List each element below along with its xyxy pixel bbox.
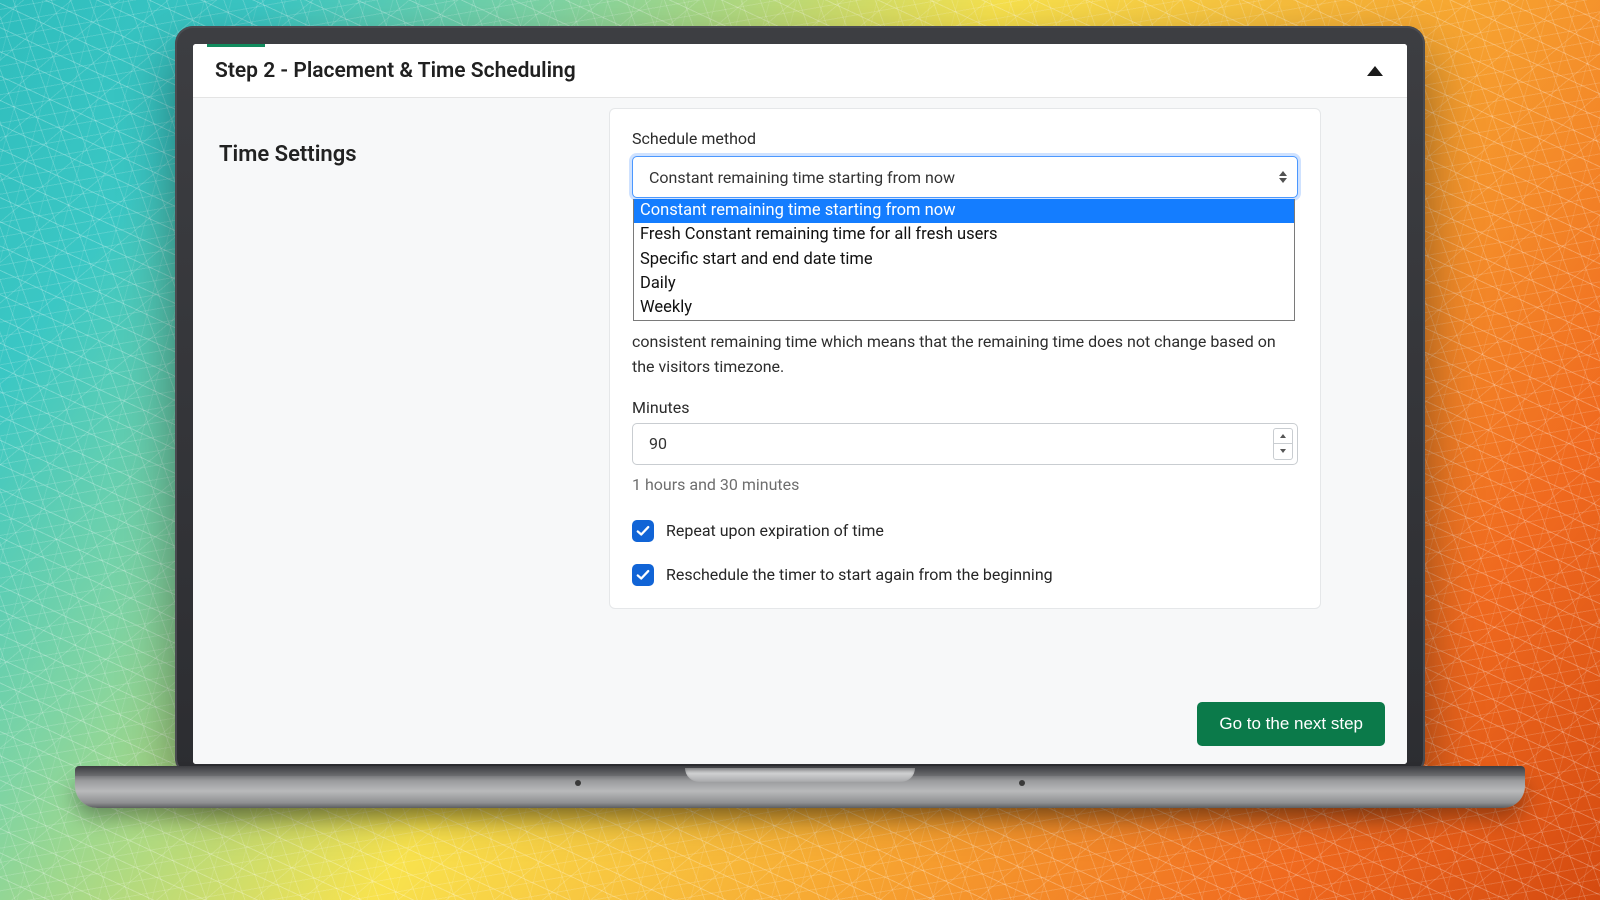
minutes-input[interactable]: 90 — [632, 423, 1298, 465]
reschedule-label: Reschedule the timer to start again from… — [666, 565, 1053, 584]
schedule-option[interactable]: Weekly — [634, 296, 1294, 320]
schedule-option[interactable]: Constant remaining time starting from no… — [634, 199, 1294, 223]
schedule-method-dropdown: Constant remaining time starting from no… — [633, 199, 1295, 321]
step-header: Step 2 - Placement & Time Scheduling — [193, 44, 1407, 98]
reschedule-row: Reschedule the timer to start again from… — [632, 564, 1298, 586]
collapse-toggle-icon[interactable] — [1367, 66, 1383, 76]
active-tab-indicator — [207, 44, 265, 47]
minutes-stepper — [1273, 428, 1293, 460]
laptop-notch — [685, 768, 915, 782]
check-icon — [636, 524, 650, 538]
schedule-option[interactable]: Specific start and end date time — [634, 248, 1294, 272]
laptop-foot — [575, 780, 581, 786]
schedule-method-label: Schedule method — [632, 129, 1298, 148]
section-title: Time Settings — [219, 142, 357, 167]
laptop-foot — [1019, 780, 1025, 786]
repeat-label: Repeat upon expiration of time — [666, 521, 884, 540]
laptop-screen: Step 2 - Placement & Time Scheduling Tim… — [193, 44, 1407, 764]
minutes-value: 90 — [649, 434, 667, 453]
minutes-hint: 1 hours and 30 minutes — [632, 475, 1298, 494]
page-body: Time Settings Schedule method Constant r… — [193, 98, 1407, 764]
select-spinner-icon — [1279, 171, 1287, 183]
app-page: Step 2 - Placement & Time Scheduling Tim… — [193, 44, 1407, 764]
schedule-option[interactable]: Daily — [634, 272, 1294, 296]
page-title: Step 2 - Placement & Time Scheduling — [215, 59, 576, 83]
minutes-label: Minutes — [632, 398, 1298, 417]
next-step-button[interactable]: Go to the next step — [1197, 702, 1385, 746]
laptop-bezel: Step 2 - Placement & Time Scheduling Tim… — [175, 26, 1425, 776]
laptop-frame: Step 2 - Placement & Time Scheduling Tim… — [175, 26, 1425, 858]
stepper-up-icon[interactable] — [1274, 429, 1292, 445]
check-icon — [636, 568, 650, 582]
schedule-option[interactable]: Fresh Constant remaining time for all fr… — [634, 223, 1294, 247]
repeat-checkbox[interactable] — [632, 520, 654, 542]
laptop-base — [75, 774, 1525, 808]
schedule-method-select[interactable]: Constant remaining time starting from no… — [632, 156, 1298, 198]
schedule-description: consistent remaining time which means th… — [632, 330, 1298, 380]
time-settings-card: Schedule method Constant remaining time … — [609, 108, 1321, 609]
reschedule-checkbox[interactable] — [632, 564, 654, 586]
schedule-method-value: Constant remaining time starting from no… — [649, 168, 955, 187]
stepper-down-icon[interactable] — [1274, 444, 1292, 459]
repeat-row: Repeat upon expiration of time — [632, 520, 1298, 542]
